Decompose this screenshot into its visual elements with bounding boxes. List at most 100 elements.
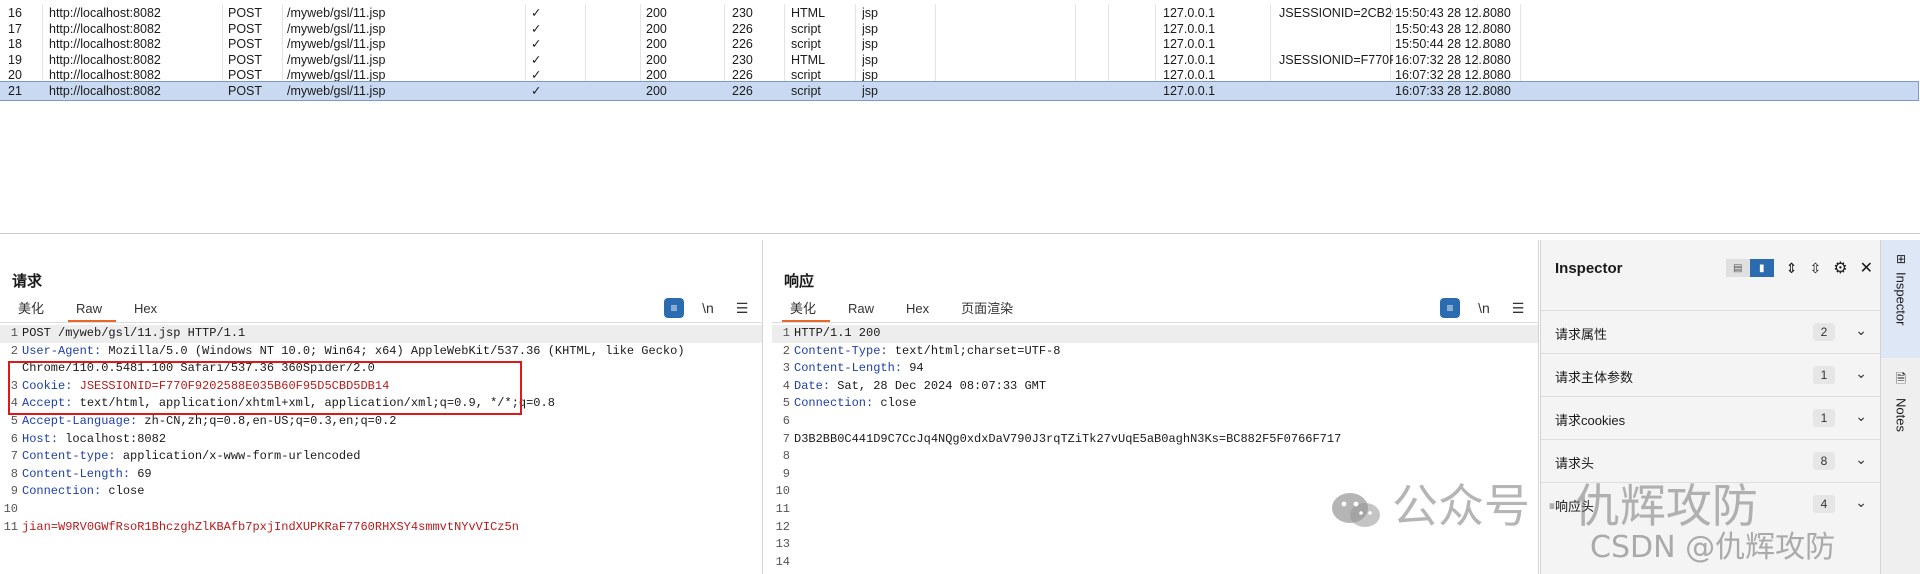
request-line: 8 Content-Length: 69 (0, 466, 762, 484)
wechat-logo-icon (1332, 492, 1380, 527)
header-name: Content-Length (794, 361, 895, 376)
line-number: 12 (775, 519, 790, 534)
history-cell-num: 21 (8, 83, 22, 98)
expand-all-icon[interactable]: ⇕ (1786, 260, 1798, 277)
header-value: POST /myweb/gsl/11.jsp HTTP/1.1 (22, 326, 246, 340)
request-line: 5 Accept-Language: zh-CN,zh;q=0.8,en-US;q… (0, 413, 762, 431)
header-value: 69 (130, 466, 152, 481)
inspector-title: Inspector (1555, 260, 1623, 277)
response-tabs: 美化 Raw Hex 页面渲染 (782, 298, 1037, 322)
request-line: 11 jian=W9RV0GWfRsoR1BhczghZlKBAfb7pxjInd… (0, 519, 762, 537)
header-value: zh-CN,zh;q=0.8,en-US;q=0.3,en;q=0.2 (137, 413, 397, 428)
line-number: 3 (782, 361, 790, 376)
history-cell-edited: ✓ (531, 83, 542, 98)
inspector-section[interactable]: 请求cookies 1 ⌄ (1541, 396, 1881, 441)
line-number: 10 (775, 484, 790, 499)
line-number: 8 (10, 466, 18, 481)
inspector-section-label: 请求主体参数 (1555, 370, 1634, 385)
chevron-down-icon[interactable]: ⌄ (1855, 494, 1867, 511)
inspector-section-label: 请求属性 (1555, 327, 1608, 342)
watermark-csdn: CSDN @仇辉攻防 (1590, 530, 1836, 565)
history-cell-ext: jsp (862, 83, 878, 98)
gear-icon[interactable]: ⚙ (1833, 258, 1847, 278)
history-cell-mime: script (791, 83, 821, 98)
header-name: jian (22, 519, 51, 534)
line-number: 9 (10, 484, 18, 499)
request-editor[interactable]: 1 POST /myweb/gsl/11.jsp HTTP/1.1 2 User-Ag… (0, 325, 762, 536)
response-line: 7 D3B2BB0C441D9C7CcJq4NQg0xdxDaV790J3rqTZ… (772, 431, 1538, 449)
response-line: 8 (772, 448, 1538, 466)
pretty-print-icon[interactable]: ≡ (1440, 298, 1460, 318)
response-tab-0[interactable]: 美化 (782, 298, 831, 322)
pretty-print-icon[interactable]: ≡ (664, 298, 684, 318)
header-value: =W9RV0GWfRsoR1BhczghZlKBAfb7pxjIndXUPKRa… (50, 519, 519, 534)
chevron-down-icon[interactable]: ⌄ (1855, 408, 1867, 425)
line-number: 11 (3, 519, 18, 534)
side-tab-inspector[interactable]: ⊞ Inspector (1881, 240, 1920, 358)
split-view-icon[interactable]: ▮ (1749, 259, 1774, 277)
side-tab-notes[interactable]: 🗎 Notes (1881, 358, 1920, 468)
line-number: 13 (775, 537, 790, 552)
collapse-all-icon[interactable]: ⇳ (1810, 260, 1822, 277)
response-line: 5 Connection: close (772, 395, 1538, 413)
line-number: 9 (782, 466, 790, 481)
request-line: 7 Content-type: application/x-www-form-ur… (0, 448, 762, 466)
response-line: 14 (772, 554, 1538, 572)
history-cell-port: 8080 (1483, 83, 1511, 98)
inspector-section-count: 1 (1813, 366, 1835, 384)
inspector-section[interactable]: 请求主体参数 1 ⌄ (1541, 353, 1881, 398)
response-title: 响应 (784, 273, 815, 290)
header-name: Content-type (22, 449, 109, 464)
line-number: 7 (782, 431, 790, 446)
newline-toggle-icon[interactable]: \n (1474, 298, 1494, 318)
request-line: 6 Host: localhost:8082 (0, 431, 762, 449)
cookie-highlight-box (8, 361, 522, 415)
response-tab-1[interactable]: Raw (840, 298, 888, 320)
header-name: Content-Length (22, 466, 123, 481)
chevron-down-icon[interactable]: ⌄ (1855, 365, 1867, 382)
response-tab-2[interactable]: Hex (898, 298, 943, 320)
request-tabs: 美化 Raw Hex (10, 298, 181, 322)
request-tab-1[interactable]: Raw (68, 298, 117, 322)
newline-toggle-icon[interactable]: \n (698, 298, 718, 318)
line-number: 4 (782, 378, 790, 393)
history-cell-time: 16:07:33 28 12... (1395, 83, 1485, 98)
line-number: 5 (10, 413, 18, 428)
header-value: close (873, 396, 917, 411)
header-name: Connection (794, 396, 867, 411)
line-number: 5 (782, 396, 790, 411)
line-number: 8 (782, 449, 790, 464)
history-table: 16 http://localhost:8082 POST/myweb/gsl/11… (0, 0, 1920, 234)
header-value: close (101, 484, 145, 499)
request-tab-2[interactable]: Hex (126, 298, 171, 320)
list-view-icon[interactable]: ▤ (1725, 259, 1750, 277)
history-row[interactable]: 21 http://localhost:8082 POST/myweb/gsl/11… (0, 80, 1919, 101)
header-name: Host (22, 431, 51, 446)
history-cell-length: 226 (732, 83, 753, 98)
request-title: 请求 (12, 273, 43, 290)
inspector-section[interactable]: 请求属性 2 ⌄ (1541, 310, 1881, 355)
line-number: 1 (782, 326, 790, 340)
header-name: Accept-Language (22, 413, 131, 428)
chevron-down-icon[interactable]: ⌄ (1855, 322, 1867, 339)
history-cell-url: /myweb/gsl/11.jsp (287, 83, 386, 98)
inspector-icon: ⊞ (1895, 252, 1907, 266)
line-number: 1 (10, 326, 18, 340)
close-icon[interactable]: ✕ (1860, 258, 1873, 278)
header-value: HTTP/1.1 200 (794, 326, 881, 340)
header-name: Date (794, 378, 823, 393)
response-tab-3[interactable]: 页面渲染 (953, 298, 1027, 320)
request-line: 10 (0, 501, 762, 519)
history-cell-host: http://localhost:8082 (49, 83, 161, 98)
header-name: Content-Type (794, 343, 881, 358)
header-value: 94 (902, 361, 924, 376)
request-tab-0[interactable]: 美化 (10, 298, 58, 320)
menu-icon[interactable]: ☰ (732, 298, 752, 318)
line-number: 7 (10, 449, 18, 464)
chevron-down-icon[interactable]: ⌄ (1855, 451, 1867, 468)
line-number: 11 (775, 501, 790, 516)
header-value: text/html;charset=UTF-8 (887, 343, 1061, 358)
line-number: 10 (3, 501, 18, 516)
line-number: 14 (775, 554, 790, 569)
menu-icon[interactable]: ☰ (1508, 298, 1528, 318)
